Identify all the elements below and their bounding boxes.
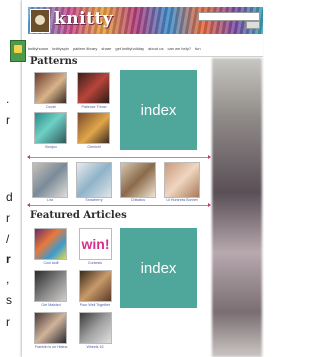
left-text-fragment: . xyxy=(6,92,10,106)
section-separator xyxy=(27,203,211,207)
pattern-thumb[interactable] xyxy=(120,162,156,198)
nav-item-fun[interactable]: fun xyxy=(195,46,201,51)
search-input[interactable] xyxy=(198,12,260,21)
pattern-caption[interactable]: Lira xyxy=(28,198,72,202)
pattern-caption[interactable]: Chibatus xyxy=(116,198,160,202)
index-banner[interactable]: index xyxy=(120,228,197,308)
nav-item-knittyhouse[interactable]: knittyhouse xyxy=(28,46,48,51)
pattern-thumb[interactable] xyxy=(32,162,68,198)
knittyspin-badge-icon[interactable] xyxy=(10,40,26,62)
featured-heading: Featured Articles xyxy=(30,210,127,221)
nav-item-share[interactable]: share xyxy=(101,46,111,51)
pattern-caption[interactable]: Duvet xyxy=(29,105,73,109)
pattern-caption[interactable]: Lil Huntress Bonnet xyxy=(160,198,204,202)
article-caption[interactable]: Pour Well Together xyxy=(73,303,117,307)
left-text-fragment: d xyxy=(6,190,13,204)
site-logo[interactable]: knitty xyxy=(54,9,113,29)
left-text-fragment: s xyxy=(6,293,12,307)
left-text-fragment: , xyxy=(6,272,10,286)
pattern-thumb[interactable] xyxy=(76,162,112,198)
contests-win-thumb[interactable]: win! xyxy=(79,228,112,260)
sheep-logo-icon[interactable] xyxy=(30,9,50,33)
article-caption[interactable]: Wheels 16 xyxy=(73,345,117,349)
sidebar-ad[interactable] xyxy=(212,58,262,357)
knitty-page-frame: knitty knittyhouse knittyspin pattern li… xyxy=(10,0,263,357)
article-thumb[interactable] xyxy=(34,312,67,344)
article-thumb[interactable] xyxy=(79,270,112,302)
pattern-caption[interactable]: Patience Throw xyxy=(72,105,116,109)
patterns-heading: Patterns xyxy=(30,56,78,67)
article-caption[interactable]: Get Maisied xyxy=(29,303,73,307)
left-text-fragment: r xyxy=(6,315,10,329)
search-button[interactable] xyxy=(246,21,260,29)
main-nav: knittyhouse knittyspin pattern library s… xyxy=(28,42,263,54)
left-text-fragment: r xyxy=(6,252,11,266)
pattern-caption[interactable]: Bonjou xyxy=(29,145,73,149)
pattern-thumb[interactable] xyxy=(34,72,67,104)
pattern-thumb[interactable] xyxy=(77,112,110,144)
pattern-thumb[interactable] xyxy=(77,72,110,104)
left-text-fragment: / xyxy=(6,232,10,246)
pattern-thumb[interactable] xyxy=(34,112,67,144)
nav-item-help[interactable]: can we help? xyxy=(167,46,191,51)
article-thumb[interactable] xyxy=(34,270,67,302)
nav-item-pattern-library[interactable]: pattern library xyxy=(73,46,97,51)
nav-item-about[interactable]: about us xyxy=(148,46,163,51)
article-caption[interactable]: Contests xyxy=(73,261,117,265)
pattern-caption[interactable]: Gemichi xyxy=(72,145,116,149)
header-banner: knitty xyxy=(28,7,263,34)
left-text-fragment: r xyxy=(6,211,10,225)
pattern-caption[interactable]: Snowberry xyxy=(72,198,116,202)
article-thumb[interactable] xyxy=(79,312,112,344)
article-caption[interactable]: Franklin is on Hiatus xyxy=(29,345,73,349)
nav-item-holiday[interactable]: get knittyholiday xyxy=(115,46,144,51)
section-separator xyxy=(27,155,211,159)
article-caption[interactable]: Cool stuff xyxy=(29,261,73,265)
nav-item-knittyspin[interactable]: knittyspin xyxy=(52,46,69,51)
left-text-fragment: r xyxy=(6,113,10,127)
index-banner[interactable]: index xyxy=(120,70,197,150)
pattern-thumb[interactable] xyxy=(164,162,200,198)
article-thumb[interactable] xyxy=(34,228,67,260)
